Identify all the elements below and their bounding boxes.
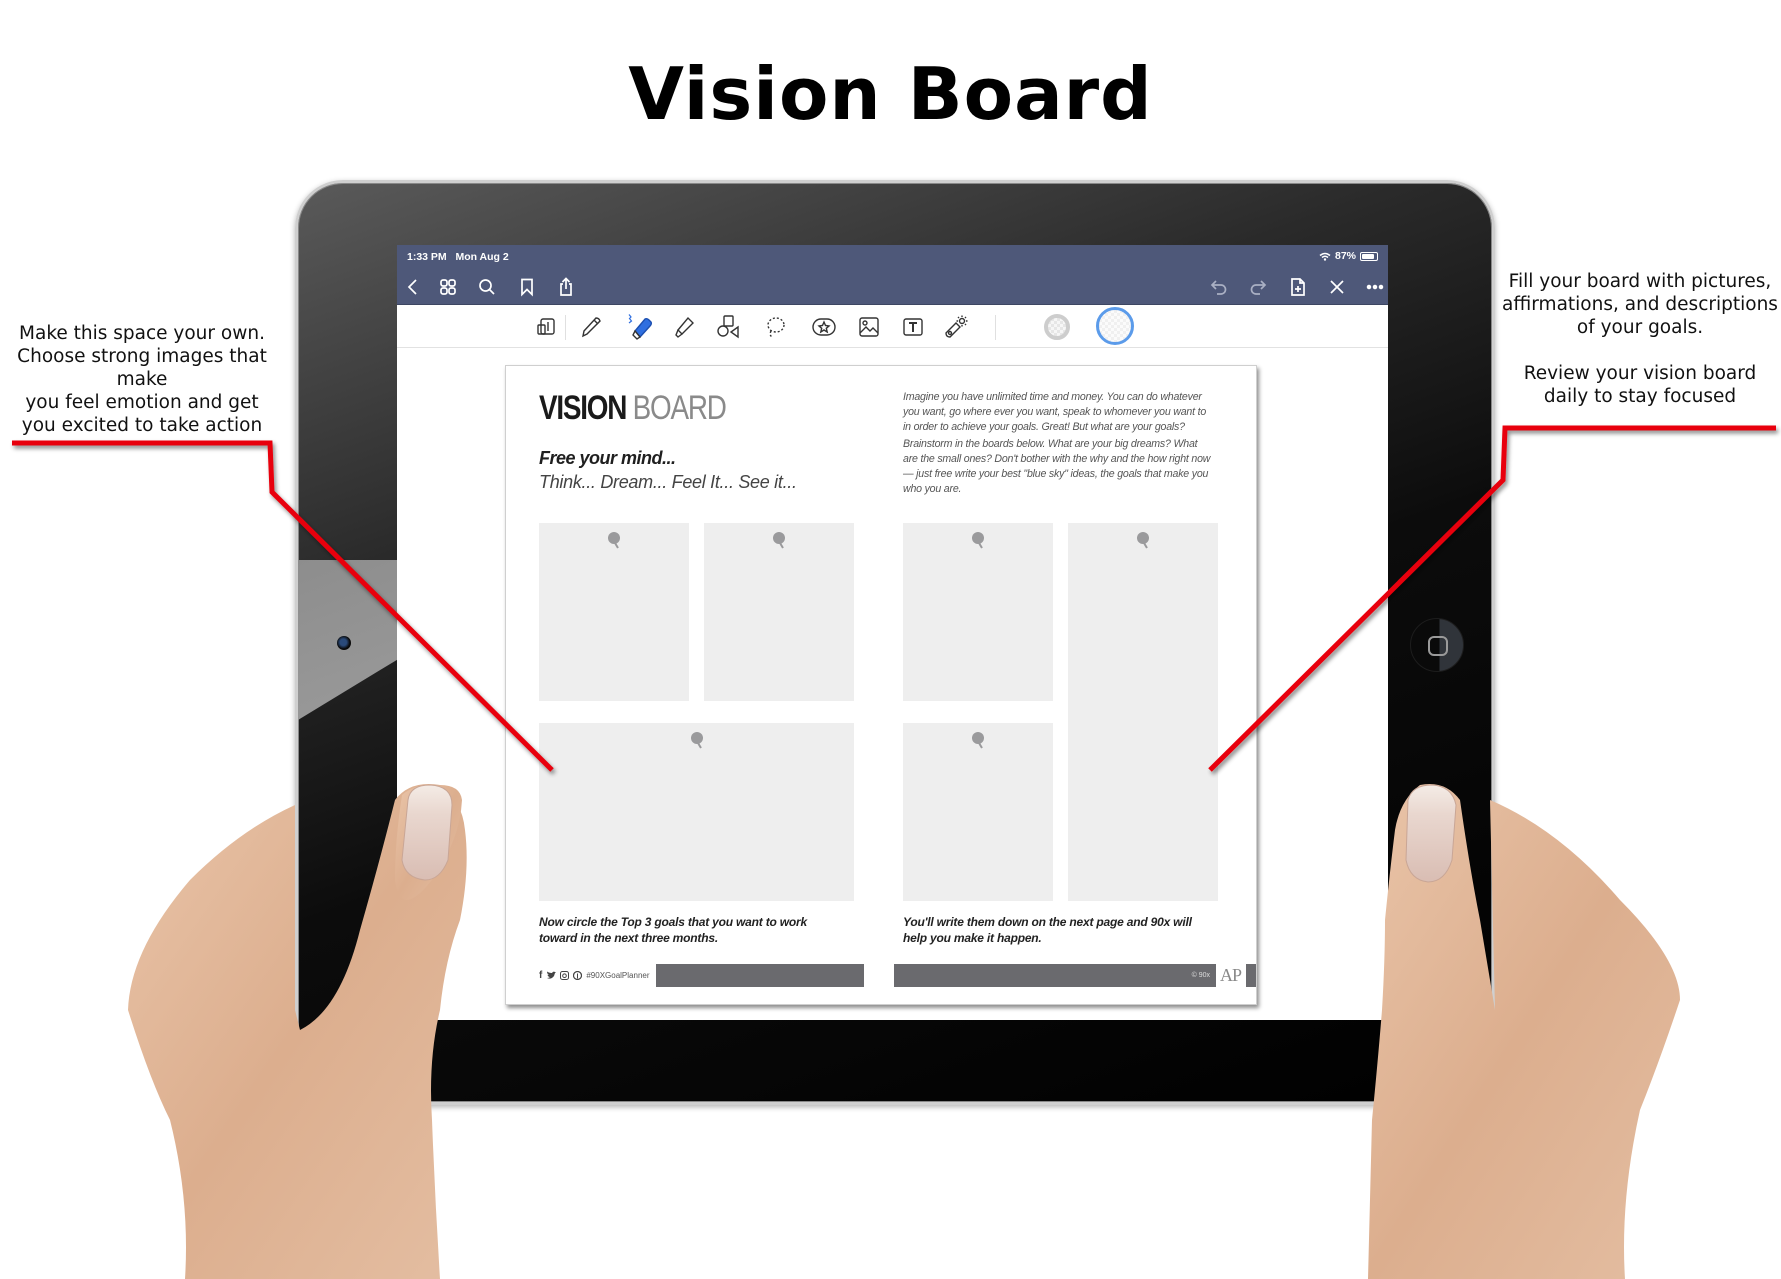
thumbnails-button[interactable] <box>436 275 460 299</box>
image-placeholder[interactable] <box>903 723 1053 901</box>
bookmark-icon <box>521 278 533 297</box>
pushpin-icon <box>1137 532 1149 549</box>
lasso-tool[interactable] <box>761 313 789 341</box>
publisher-logo: AP <box>1220 965 1242 985</box>
status-date: Mon Aug 2 <box>455 251 509 263</box>
tablet-screen: 1:33 PM Mon Aug 2 87% VISION BOARD Free … <box>397 245 1388 1020</box>
eraser-tool[interactable] <box>626 313 654 341</box>
lasso-icon <box>767 317 785 338</box>
intro-text: Imagine you have unlimited time and mone… <box>903 390 1213 497</box>
more-button[interactable] <box>1363 275 1387 299</box>
laser-pointer-tool[interactable] <box>942 313 970 341</box>
home-button[interactable] <box>1410 618 1464 672</box>
share-icon <box>560 277 572 296</box>
toolbar-divider <box>565 315 566 340</box>
status-bar: 1:33 PM Mon Aug 2 87% <box>397 245 1388 268</box>
zoom-window-icon <box>537 318 555 335</box>
wifi-icon <box>1319 252 1331 261</box>
main-title: Vision Board <box>628 52 1153 136</box>
facebook-icon: f <box>539 970 543 981</box>
home-square-icon <box>1428 636 1448 656</box>
footer-bar-end <box>1246 964 1256 987</box>
add-page-button[interactable] <box>1286 275 1310 299</box>
image-placeholder[interactable] <box>903 523 1053 701</box>
highlighter-icon <box>675 316 694 338</box>
shapes-tool[interactable] <box>714 313 742 341</box>
close-pen-button[interactable] <box>1325 275 1349 299</box>
add-page-icon <box>1291 278 1305 296</box>
footer-bar <box>656 964 864 987</box>
caption-next-page: You'll write them down on the next page … <box>903 915 1192 945</box>
undo-button[interactable] <box>1207 275 1231 299</box>
instagram-icon <box>560 971 570 980</box>
tagline-secondary: Think... Dream... Feel It... See it... <box>539 472 797 492</box>
toolbar-divider <box>995 315 996 340</box>
bookmark-button[interactable] <box>515 275 539 299</box>
battery-icon <box>1360 251 1378 261</box>
page-title-bold: VISION <box>539 389 627 427</box>
tagline-primary: Free your mind... <box>539 448 676 468</box>
annotation-left: Make this space your own. Choose strong … <box>17 323 267 436</box>
image-placeholder-tall[interactable] <box>1068 523 1218 901</box>
pen-icon <box>582 317 601 338</box>
tool-bar <box>397 305 1388 348</box>
thumbnails-grid-icon <box>440 279 456 295</box>
pen-tool[interactable] <box>577 313 605 341</box>
status-time-date: 1:33 PM Mon Aug 2 <box>407 251 509 263</box>
footer-bar: © 90x <box>894 964 1216 987</box>
nav-bar <box>397 268 1388 305</box>
back-icon <box>407 279 417 295</box>
image-tool[interactable] <box>855 313 883 341</box>
intro-paragraph: Imagine you have unlimited time and mone… <box>903 391 1207 433</box>
pushpin-icon <box>972 532 984 549</box>
redo-button[interactable] <box>1246 275 1270 299</box>
image-placeholder[interactable] <box>704 523 854 701</box>
image-placeholder[interactable] <box>539 523 689 701</box>
footer-social: f #90XGoalPlanner <box>539 970 650 981</box>
copyright: © 90x <box>1191 972 1210 979</box>
pushpin-icon <box>690 732 703 749</box>
color-swatch[interactable] <box>1044 314 1070 340</box>
battery-fill <box>1362 253 1375 259</box>
zoom-window-tool[interactable] <box>532 313 560 341</box>
twitter-icon <box>547 971 557 979</box>
search-icon <box>479 279 495 295</box>
image-icon <box>859 317 879 337</box>
elements-icon <box>812 318 836 336</box>
page-title-light: BOARD <box>632 389 727 427</box>
battery-percent: 87% <box>1334 250 1356 262</box>
back-button[interactable] <box>401 275 425 299</box>
elements-tool[interactable] <box>810 313 838 341</box>
text-tool[interactable] <box>899 313 927 341</box>
share-button[interactable] <box>554 275 578 299</box>
pushpin-icon <box>608 532 620 549</box>
pinterest-icon <box>573 971 583 980</box>
page-title: VISION BOARD <box>539 389 727 428</box>
redo-icon <box>1250 280 1267 295</box>
status-right: 87% <box>1319 250 1378 262</box>
status-time: 1:33 PM <box>407 251 447 263</box>
shapes-icon <box>717 315 739 339</box>
hashtag: #90XGoalPlanner <box>586 971 650 980</box>
search-button[interactable] <box>475 275 499 299</box>
intro-paragraph: Brainstorm in the boards below. What are… <box>903 438 1211 495</box>
annotation-right: Fill your board with pictures, affirmati… <box>1502 271 1778 407</box>
highlighter-tool[interactable] <box>670 313 698 341</box>
pushpin-icon <box>773 532 785 549</box>
front-camera <box>337 636 351 650</box>
close-icon <box>1330 280 1344 294</box>
more-icon <box>1366 284 1384 290</box>
undo-icon <box>1210 280 1227 295</box>
caption-top-goals: Now circle the Top 3 goals that you want… <box>539 915 807 945</box>
image-placeholder[interactable] <box>539 723 854 901</box>
laser-pointer-icon <box>945 315 968 338</box>
notebook-page[interactable]: VISION BOARD Free your mind... Think... … <box>505 365 1257 1005</box>
document-canvas[interactable]: VISION BOARD Free your mind... Think... … <box>397 348 1388 1020</box>
pushpin-icon <box>972 732 984 749</box>
eraser-icon <box>628 314 653 340</box>
text-box-icon <box>903 318 923 336</box>
color-swatch-selected[interactable] <box>1096 307 1134 345</box>
